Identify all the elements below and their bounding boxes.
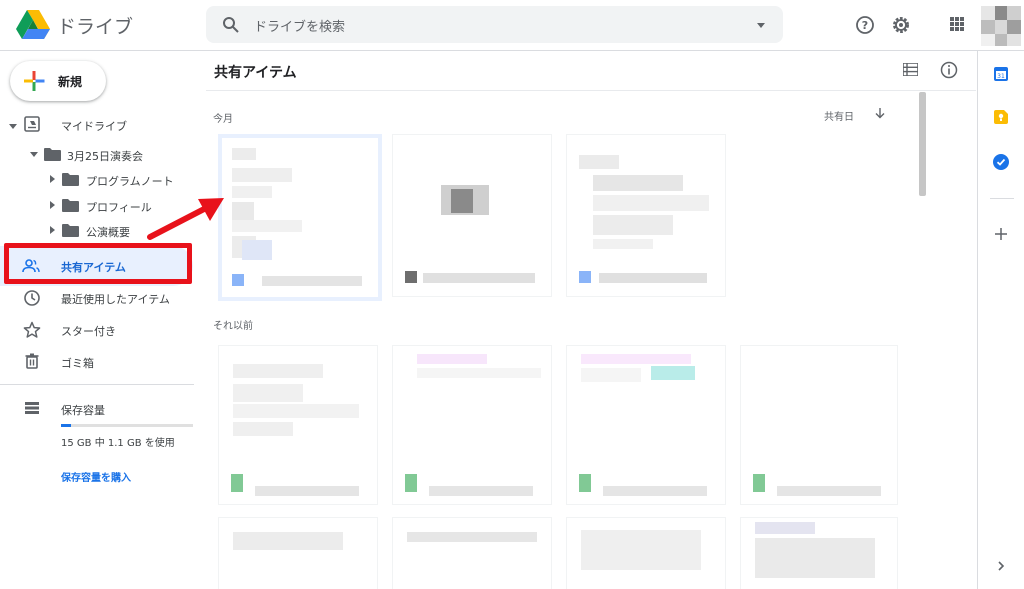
file-card[interactable]: [566, 345, 726, 505]
expand-subfolder-icon[interactable]: [50, 175, 55, 183]
file-card[interactable]: [218, 517, 378, 589]
page-title: 共有アイテム: [214, 65, 297, 81]
sidebar-item-trash[interactable]: ゴミ箱: [61, 355, 94, 371]
star-icon: [23, 321, 41, 338]
file-card[interactable]: [740, 345, 898, 505]
section-this-month: 今月: [213, 114, 233, 125]
search-bar[interactable]: ドライブを検索: [206, 6, 783, 43]
keep-icon[interactable]: [994, 110, 1008, 124]
add-addon-icon[interactable]: [995, 228, 1007, 240]
apps-icon[interactable]: [950, 17, 964, 31]
sidebar: 新規 マイドライブ 3月25日演奏会 プログラムノート プロフィール 公演概要: [0, 51, 206, 589]
svg-text:31: 31: [997, 73, 1005, 80]
annotation-highlight-box: [4, 243, 192, 284]
settings-icon[interactable]: [890, 14, 912, 36]
file-card[interactable]: [740, 517, 898, 589]
folder-icon: [44, 148, 61, 161]
search-input[interactable]: ドライブを検索: [254, 16, 345, 35]
storage-icon: [25, 402, 39, 414]
storage-progress-fill: [61, 424, 71, 427]
sidebar-item-subfolder[interactable]: プロフィール: [86, 199, 152, 215]
expand-my-drive-icon[interactable]: [9, 124, 17, 129]
buy-storage-link[interactable]: 保存容量を購入: [61, 469, 131, 484]
file-card[interactable]: [392, 345, 552, 505]
annotation-arrow-icon: [147, 198, 224, 240]
sort-direction-icon[interactable]: [874, 107, 886, 119]
storage-progress-bar: [61, 424, 193, 427]
sidebar-item-subfolder[interactable]: 公演概要: [86, 224, 130, 240]
side-panel-divider: [990, 198, 1014, 199]
new-button[interactable]: 新規: [10, 61, 106, 101]
search-options-icon[interactable]: [757, 23, 765, 28]
folder-icon: [62, 224, 79, 237]
calendar-icon[interactable]: 31: [994, 67, 1008, 81]
chevron-right-icon[interactable]: [997, 560, 1005, 572]
folder-icon: [62, 173, 79, 186]
file-card[interactable]: [218, 134, 382, 301]
expand-folder-icon[interactable]: [30, 152, 38, 157]
sidebar-divider: [0, 384, 194, 385]
file-card[interactable]: [392, 134, 552, 297]
sidebar-item-subfolder[interactable]: プログラムノート: [86, 173, 174, 189]
file-card[interactable]: [218, 345, 378, 505]
drive-logo-icon[interactable]: [16, 10, 50, 40]
sidebar-item-recent[interactable]: 最近使用したアイテム: [61, 291, 170, 307]
expand-subfolder-icon[interactable]: [50, 201, 55, 209]
file-card[interactable]: [392, 517, 552, 589]
search-icon[interactable]: [222, 16, 240, 34]
trash-icon: [25, 353, 39, 369]
top-bar: ドライブ ドライブを検索 ?: [0, 0, 1024, 51]
main-divider: [206, 90, 976, 91]
scrollbar[interactable]: [919, 92, 926, 196]
clock-icon: [24, 290, 40, 306]
new-button-label: 新規: [58, 75, 83, 89]
side-panel: 31: [977, 51, 1024, 589]
storage-label: 保存容量: [61, 404, 105, 417]
plus-icon: [24, 71, 45, 91]
app-name: ドライブ: [57, 16, 134, 38]
folder-icon: [62, 199, 79, 212]
drive-app: ドライブ ドライブを検索 ? 新規 マイドライブ 3月25日演奏会 プログラムノ…: [0, 0, 1024, 589]
svg-text:?: ?: [862, 19, 868, 32]
my-drive-icon: [24, 116, 40, 132]
tasks-icon[interactable]: [993, 154, 1009, 170]
sort-label[interactable]: 共有日: [824, 108, 854, 123]
help-icon[interactable]: ?: [854, 14, 876, 36]
expand-subfolder-icon[interactable]: [50, 226, 55, 234]
sidebar-item-concert-folder[interactable]: 3月25日演奏会: [67, 148, 143, 164]
list-view-icon[interactable]: [903, 63, 918, 76]
file-card[interactable]: [566, 134, 726, 297]
info-icon[interactable]: [940, 61, 958, 79]
sidebar-item-starred[interactable]: スター付き: [61, 323, 116, 339]
account-avatar[interactable]: [981, 6, 1021, 46]
file-card[interactable]: [566, 517, 726, 589]
sidebar-item-my-drive[interactable]: マイドライブ: [61, 118, 127, 134]
storage-usage-text: 15 GB 中 1.1 GB を使用: [61, 438, 175, 449]
section-older: それ以前: [213, 321, 253, 332]
